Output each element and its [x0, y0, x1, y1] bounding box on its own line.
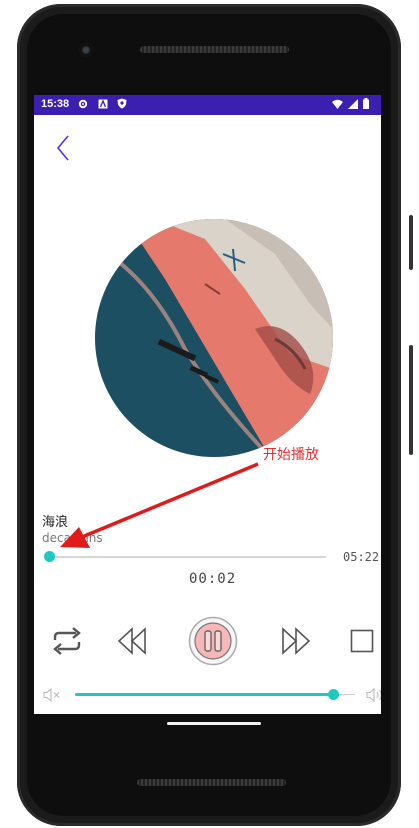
volume-slider[interactable]	[75, 693, 333, 696]
fast-forward-icon	[282, 627, 311, 655]
volume-thumb[interactable]	[328, 689, 339, 700]
a-icon	[97, 98, 108, 109]
front-camera	[79, 43, 93, 57]
wifi-icon	[332, 98, 343, 109]
stop-icon	[350, 629, 374, 653]
song-artist: deca joins	[42, 531, 103, 545]
status-bar: 15:38	[34, 95, 381, 115]
repeat-button[interactable]	[48, 622, 86, 660]
earpiece-speaker	[140, 46, 289, 53]
mute-icon	[43, 688, 60, 702]
rewind-button[interactable]	[114, 622, 150, 660]
battery-icon	[360, 98, 371, 109]
fast-forward-button[interactable]	[278, 622, 314, 660]
signal-icon	[347, 98, 358, 109]
volume-max-button[interactable]	[365, 686, 381, 704]
stop-button[interactable]	[346, 625, 378, 657]
power-button	[409, 215, 413, 270]
repeat-icon	[53, 627, 81, 655]
pause-button[interactable]	[188, 616, 238, 666]
chevron-left-icon	[56, 135, 69, 161]
app-screen: 15:38 开始播放 海浪 deca joins 05:22 00:02	[34, 95, 381, 714]
status-time: 15:38	[41, 98, 70, 110]
album-art	[95, 219, 333, 457]
progress-bar[interactable]	[50, 556, 326, 558]
current-time: 00:02	[189, 571, 237, 587]
total-time: 05:22	[343, 550, 380, 564]
song-title: 海浪	[42, 515, 69, 530]
volume-slider-remaining	[338, 694, 355, 695]
mute-button[interactable]	[42, 686, 62, 704]
gear-icon	[77, 98, 88, 109]
rewind-icon	[117, 627, 146, 655]
volume-button	[409, 345, 413, 455]
annotation-label: 开始播放	[263, 447, 319, 463]
home-indicator[interactable]	[167, 722, 261, 725]
progress-thumb[interactable]	[44, 551, 55, 562]
shield-icon	[116, 98, 127, 109]
pause-icon	[188, 616, 238, 666]
bottom-speaker	[137, 779, 286, 786]
back-button[interactable]	[49, 133, 79, 163]
volume-up-icon	[366, 688, 381, 702]
